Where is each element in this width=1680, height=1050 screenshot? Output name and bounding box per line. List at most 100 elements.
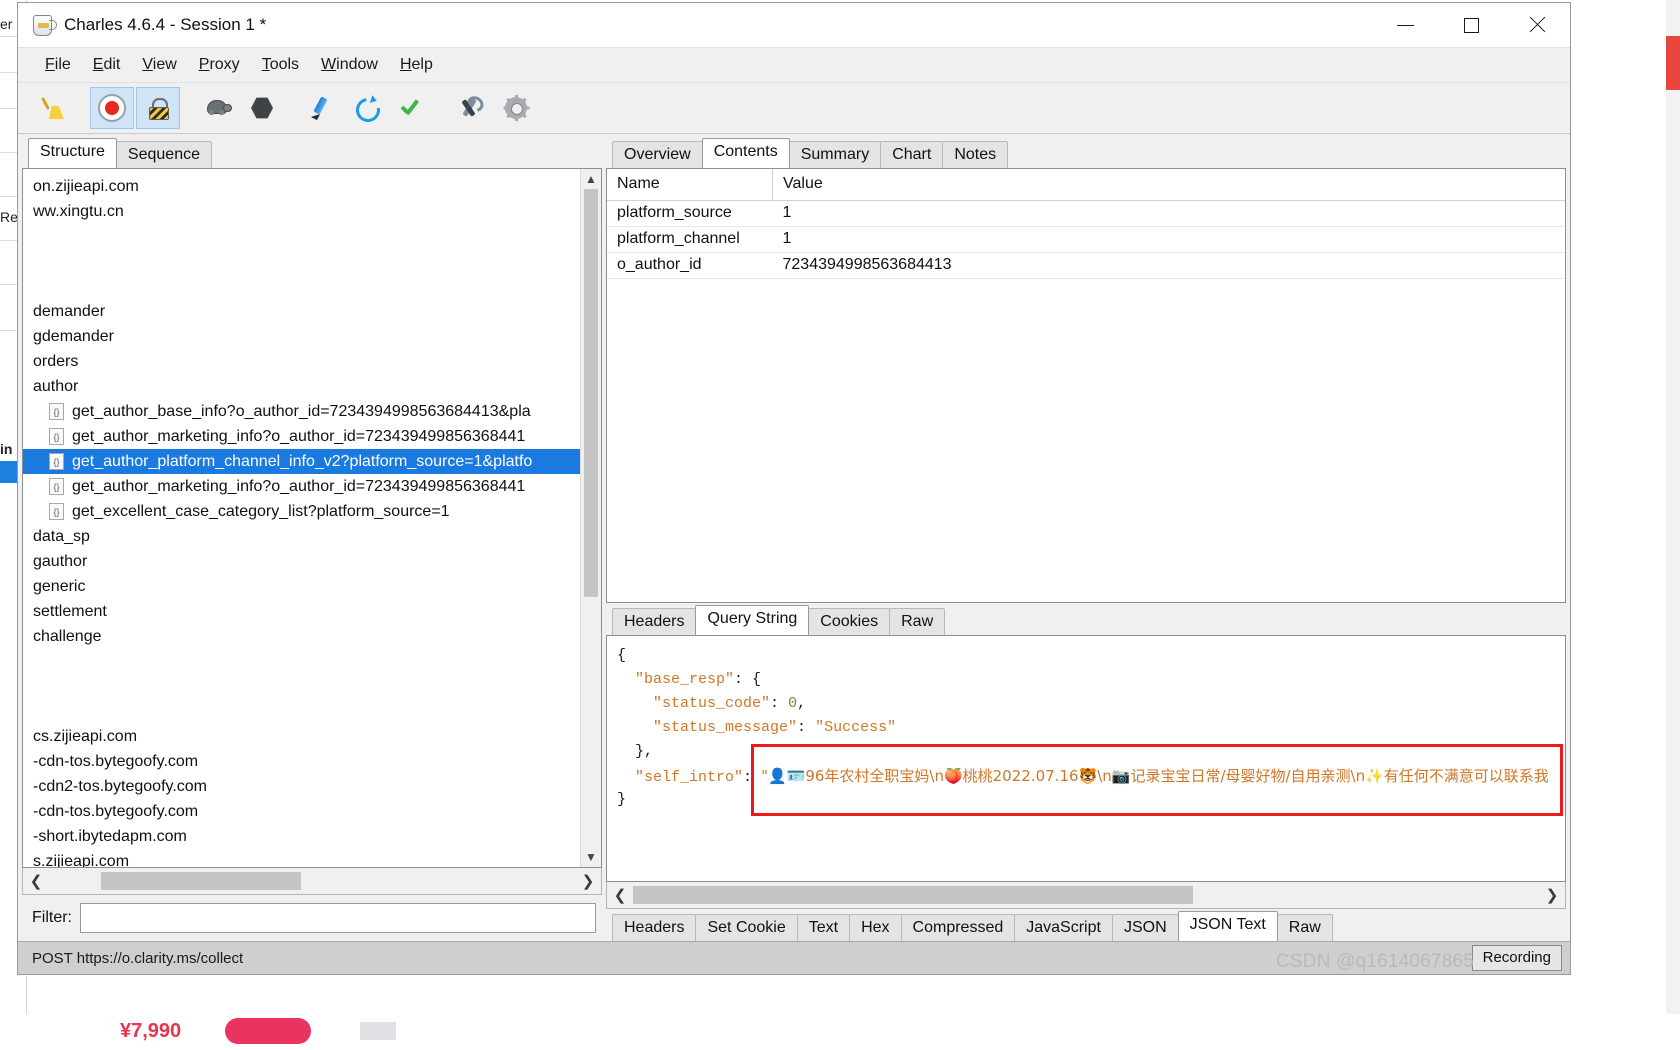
tab-res-text[interactable]: Text — [796, 914, 851, 942]
tree-folder-item[interactable]: gdemander — [23, 324, 580, 349]
recording-status-badge[interactable]: Recording — [1471, 945, 1562, 971]
scroll-down-arrow[interactable]: ▼ — [581, 847, 601, 867]
breakpoints-button[interactable] — [240, 87, 284, 129]
tools-button[interactable] — [448, 87, 492, 129]
menu-proxy[interactable]: Proxy — [188, 54, 251, 76]
menu-tools[interactable]: Tools — [251, 54, 310, 76]
tab-summary[interactable]: Summary — [788, 141, 882, 169]
tree-request-item[interactable]: {} get_author_base_info?o_author_id=72343… — [23, 399, 580, 424]
hscroll-right-arrow[interactable]: ❯ — [575, 869, 601, 893]
tree-folder-item[interactable]: challenge — [23, 624, 580, 649]
background-bottom-bar: ¥7,990 — [0, 1014, 1680, 1050]
tab-overview[interactable]: Overview — [612, 141, 703, 169]
tab-req-headers[interactable]: Headers — [612, 608, 697, 636]
background-gray-box — [360, 1022, 396, 1040]
tree-folder-item[interactable]: generic — [23, 574, 580, 599]
json-token: 0 — [788, 695, 798, 712]
tools-icon — [457, 96, 483, 120]
menu-edit[interactable]: Edit — [82, 54, 132, 76]
json-line: "self_intro": "👤🪪96年农村全职宝妈\n🍑桃桃2022.07.1… — [617, 764, 1565, 788]
menu-bar: File Edit View Proxy Tools Window Help — [18, 48, 1570, 83]
tab-res-hex[interactable]: Hex — [849, 914, 902, 942]
tab-notes[interactable]: Notes — [942, 141, 1009, 169]
query-string-table: Name Value platform_source 1 platform_chan… — [607, 169, 1565, 279]
column-header-value[interactable]: Value — [772, 169, 1565, 201]
tab-res-compressed[interactable]: Compressed — [900, 914, 1016, 942]
hscroll-track[interactable] — [49, 869, 575, 893]
json-hscroll-thumb[interactable] — [633, 886, 1193, 904]
table-row[interactable]: platform_channel 1 — [607, 226, 1565, 253]
tree-scroll-thumb[interactable] — [584, 189, 598, 597]
tree-horizontal-scrollbar[interactable]: ❮ ❯ — [22, 868, 602, 895]
column-header-name[interactable]: Name — [607, 169, 773, 201]
tab-structure[interactable]: Structure — [28, 138, 117, 168]
tab-req-query-string[interactable]: Query String — [695, 605, 810, 635]
json-hscroll-right-arrow[interactable]: ❯ — [1539, 883, 1565, 907]
tree-scroll-track[interactable] — [581, 189, 601, 847]
tab-chart[interactable]: Chart — [880, 141, 944, 169]
query-string-table-container: Name Value platform_source 1 platform_chan… — [606, 168, 1566, 603]
close-button[interactable] — [1504, 3, 1570, 47]
menu-tools-mnemonic: T — [261, 56, 270, 73]
tree-host-item[interactable]: s.zijieapi.com — [23, 849, 580, 867]
tree-host-item[interactable]: -short.ibytedapm.com — [23, 824, 580, 849]
tab-res-headers[interactable]: Headers — [612, 914, 697, 942]
request-detail-tabs: Overview Contents Summary Chart Notes — [606, 138, 1566, 169]
tree-folder-item[interactable]: data_sp — [23, 524, 580, 549]
tree-folder-item[interactable]: orders — [23, 349, 580, 374]
close-icon — [1527, 15, 1547, 35]
table-row[interactable]: o_author_id 7234394998563684413 — [607, 252, 1565, 279]
tree-host-item[interactable]: ww.xingtu.cn — [23, 199, 580, 224]
json-token: : — [797, 719, 816, 736]
tab-req-cookies[interactable]: Cookies — [808, 608, 891, 636]
hscroll-thumb[interactable] — [101, 872, 301, 890]
tree-folder-item[interactable]: author — [23, 374, 580, 399]
tree-host-item[interactable]: on.zijieapi.com — [23, 174, 580, 199]
tree-host-item[interactable]: -cdn-tos.bytegoofy.com — [23, 799, 580, 824]
tree-request-item[interactable]: {} get_author_marketing_info?o_author_id=… — [23, 474, 580, 499]
menu-help[interactable]: Help — [389, 54, 444, 76]
tree-request-item[interactable]: {} get_excellent_case_category_list?platf… — [23, 499, 580, 524]
menu-window[interactable]: Window — [310, 54, 389, 76]
hscroll-left-arrow[interactable]: ❮ — [23, 869, 49, 893]
json-horizontal-scrollbar[interactable]: ❮ ❯ — [606, 882, 1566, 909]
tree-folder-item[interactable]: settlement — [23, 599, 580, 624]
menu-view[interactable]: View — [131, 54, 187, 76]
tab-res-raw[interactable]: Raw — [1276, 914, 1333, 942]
tree-host-item[interactable]: -cdn2-tos.bytegoofy.com — [23, 774, 580, 799]
session-tree-list[interactable]: on.zijieapi.com ww.xingtu.cn demander gdema… — [23, 169, 580, 867]
tab-res-javascript[interactable]: JavaScript — [1014, 914, 1113, 942]
throttling-button[interactable] — [194, 87, 238, 129]
json-hscroll-left-arrow[interactable]: ❮ — [607, 883, 633, 907]
settings-button[interactable] — [494, 87, 538, 129]
tab-res-json-text[interactable]: JSON Text — [1177, 911, 1278, 941]
tree-host-item[interactable]: -cdn-tos.bytegoofy.com — [23, 749, 580, 774]
tree-vertical-scrollbar[interactable]: ▲ ▼ — [580, 169, 601, 867]
minimize-button[interactable] — [1372, 3, 1438, 47]
tree-request-item[interactable]: {} get_author_marketing_info?o_author_id=… — [23, 424, 580, 449]
tree-request-item[interactable]: {} get_author_platform_channel_info_v2?pl… — [23, 449, 580, 474]
validate-button[interactable] — [390, 87, 434, 129]
record-toggle-button[interactable] — [90, 87, 134, 129]
ssl-proxying-button[interactable] — [136, 87, 180, 129]
table-row[interactable]: platform_source 1 — [607, 200, 1565, 227]
maximize-button[interactable] — [1438, 3, 1504, 47]
tab-sequence[interactable]: Sequence — [115, 141, 212, 169]
compose-button[interactable] — [298, 87, 342, 129]
filter-input[interactable] — [80, 903, 596, 933]
tab-res-json[interactable]: JSON — [1111, 914, 1179, 942]
json-hscroll-track[interactable] — [633, 883, 1539, 907]
scroll-up-arrow[interactable]: ▲ — [581, 169, 601, 189]
tab-contents[interactable]: Contents — [701, 138, 790, 168]
tree-item-label: settlement — [33, 603, 107, 620]
tree-host-item[interactable]: cs.zijieapi.com — [23, 724, 580, 749]
clear-session-button[interactable] — [32, 87, 76, 129]
tree-folder-item[interactable]: demander — [23, 299, 580, 324]
session-tree[interactable]: on.zijieapi.com ww.xingtu.cn demander gdema… — [22, 168, 602, 868]
menu-file[interactable]: File — [34, 54, 82, 76]
json-text-viewer[interactable]: { "base_resp": { "status_code": 0, "stat… — [606, 635, 1566, 882]
tab-req-raw[interactable]: Raw — [889, 608, 946, 636]
tab-res-set-cookie[interactable]: Set Cookie — [695, 914, 798, 942]
repeat-button[interactable] — [344, 87, 388, 129]
tree-folder-item[interactable]: gauthor — [23, 549, 580, 574]
